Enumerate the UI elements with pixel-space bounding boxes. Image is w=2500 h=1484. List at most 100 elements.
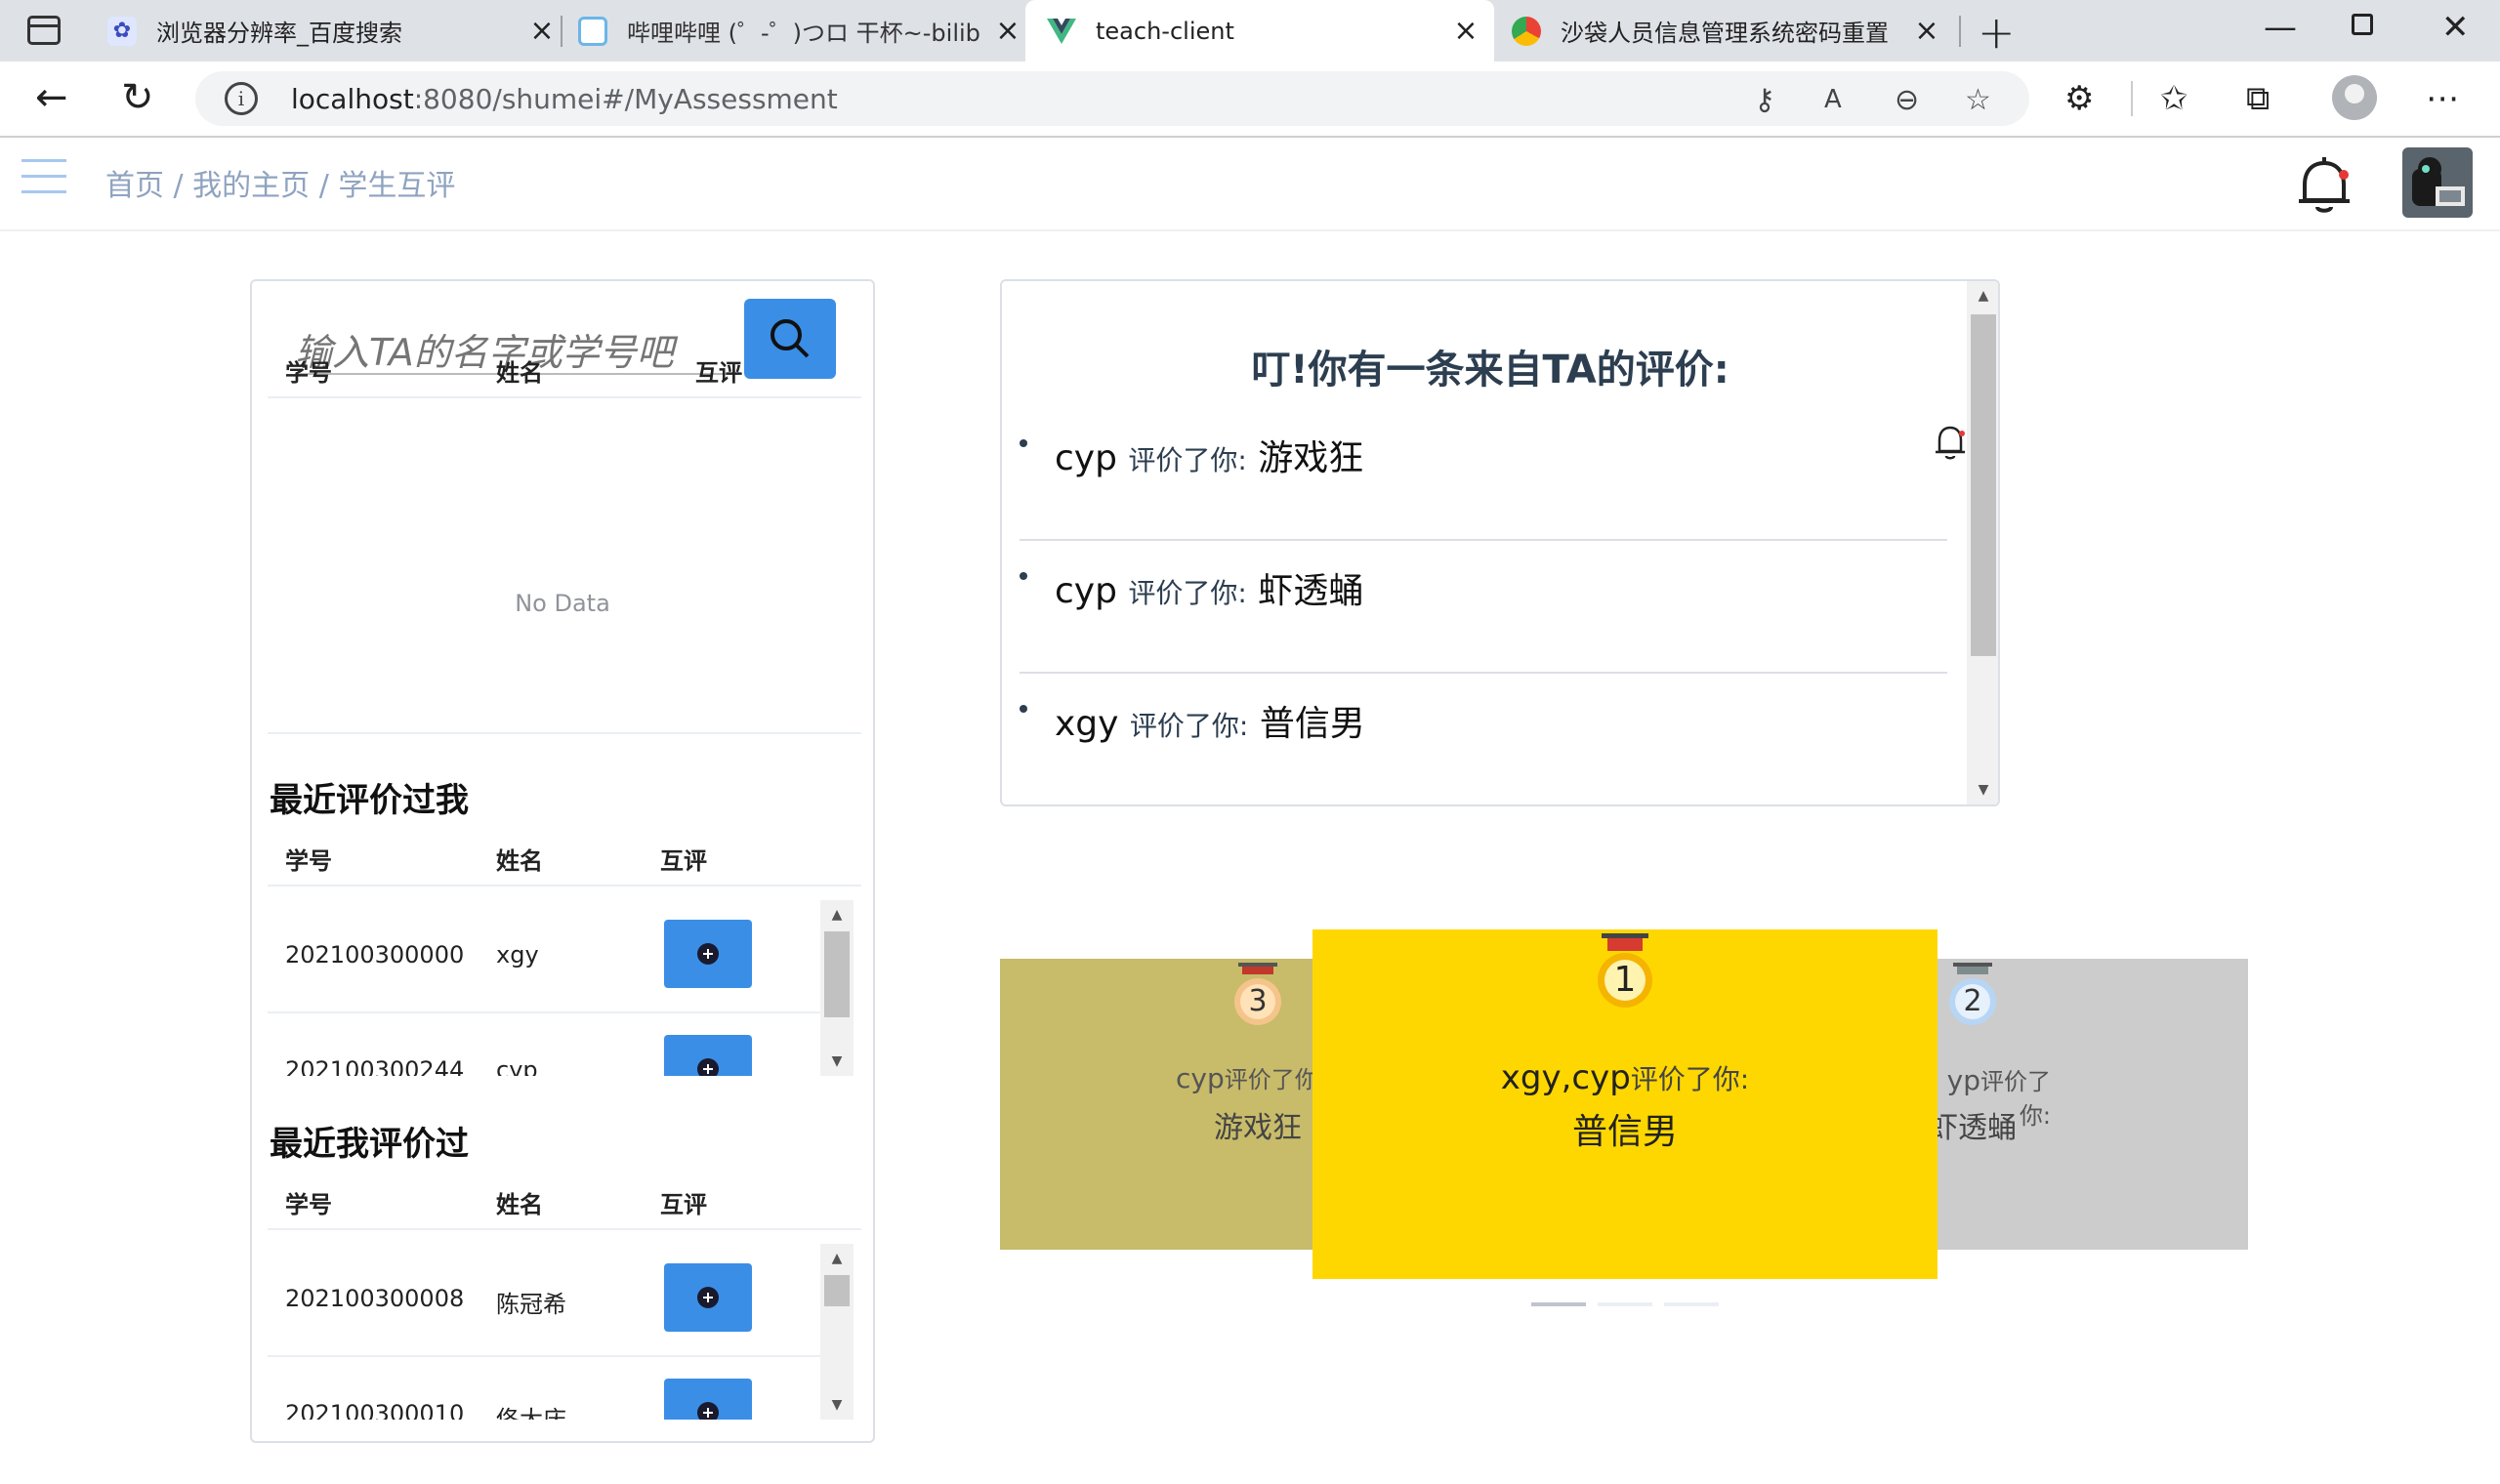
- tab-baidu[interactable]: ✿ 浏览器分辨率_百度搜索 ×: [107, 0, 557, 62]
- favorite-star-icon[interactable]: ☆: [1965, 83, 1991, 117]
- plus-circle-icon: [697, 1058, 719, 1076]
- toolbar-divider: [2131, 81, 2133, 116]
- plus-circle-icon: [697, 1402, 719, 1420]
- evaluated-label: 评价了你:: [1128, 577, 1247, 609]
- tab-bilibili[interactable]: 哔哩哔哩 (゜-゜)つロ 干杯~-bilib ×: [578, 0, 1022, 62]
- read-aloud-icon[interactable]: A: [1824, 85, 1842, 114]
- notification-item[interactable]: cyp 评价了你: 虾透蛹: [1020, 541, 1947, 674]
- notification-item[interactable]: xgy 评价了你: 普信男: [1020, 674, 1947, 804]
- user-avatar[interactable]: [2402, 147, 2473, 218]
- chrome-style-icon: [1512, 16, 1541, 46]
- site-info-icon[interactable]: i: [225, 82, 258, 115]
- student-id: 202100300008: [285, 1285, 465, 1312]
- extensions-icon[interactable]: ⚙: [2064, 79, 2094, 118]
- tab-teach-client[interactable]: teach-client ×: [1025, 0, 1494, 62]
- bullet: [1020, 439, 1027, 447]
- new-tab-button[interactable]: +: [1978, 6, 2016, 59]
- restore-icon[interactable]: [2352, 14, 2373, 35]
- evaluation-text: 游戏狂: [1258, 438, 1364, 478]
- notification-item[interactable]: cyp 评价了你: 游戏狂: [1020, 408, 1965, 541]
- tab-actions-icon[interactable]: [27, 16, 61, 45]
- carousel-card-first[interactable]: 1 xgy,cyp评价了你: 普信男: [1312, 929, 1938, 1279]
- menu-toggle-icon[interactable]: [21, 159, 66, 198]
- zoom-out-icon[interactable]: ⊖: [1895, 83, 1919, 117]
- student-id: 202100300010: [285, 1400, 465, 1420]
- column-header: 互评: [660, 1191, 707, 1218]
- breadcrumb[interactable]: 首页 / 我的主页 / 学生互评: [105, 161, 455, 204]
- address-bar[interactable]: i localhost:8080/shumei#/MyAssessment ⚷ …: [195, 71, 2029, 126]
- carousel-indicator[interactable]: [1664, 1302, 1719, 1306]
- carousel-indicator-active[interactable]: [1531, 1302, 1586, 1306]
- key-icon[interactable]: ⚷: [1754, 83, 1775, 117]
- recent-evaluated-me-header: 学号 姓名 互评: [268, 828, 861, 886]
- profile-avatar-icon[interactable]: [2332, 75, 2377, 120]
- window-close-icon[interactable]: ✕: [2441, 8, 2470, 47]
- column-header: 互评: [660, 847, 707, 875]
- section-title: 最近我评价过: [270, 1125, 469, 1164]
- scroll-thumb[interactable]: [824, 1275, 850, 1306]
- refresh-icon[interactable]: ↻: [121, 75, 154, 120]
- close-icon[interactable]: ×: [527, 14, 557, 48]
- scroll-up-arrow-icon[interactable]: ▲: [820, 900, 854, 929]
- scroll-thumb[interactable]: [1971, 314, 1996, 656]
- recent-i-evaluated-table[interactable]: 202100300008 陈冠希 202100300010 佟大庆 ▲ ▼: [268, 1244, 854, 1420]
- notification-title: 叮!你有一条来自TA的评价:: [1251, 348, 1729, 392]
- evaluator-name: xgy: [1055, 704, 1119, 744]
- scroll-down-arrow-icon[interactable]: ▼: [1967, 775, 1998, 804]
- scroll-thumb[interactable]: [824, 931, 850, 1017]
- evaluation-text: 普信男: [1259, 704, 1365, 744]
- evaluator-name: cyp: [1055, 571, 1117, 611]
- notification-bell-icon[interactable]: [2295, 155, 2354, 216]
- scroll-down-arrow-icon[interactable]: ▼: [820, 1390, 854, 1420]
- bilibili-tv-icon: [578, 16, 607, 46]
- scroll-down-arrow-icon[interactable]: ▼: [820, 1047, 854, 1076]
- student-name: 陈冠希: [496, 1291, 566, 1318]
- tab-title: 沙袋人员信息管理系统密码重置: [1561, 20, 1889, 47]
- tab-title: teach-client: [1096, 17, 1234, 45]
- student-id: 202100300244: [285, 1056, 465, 1076]
- evaluate-button[interactable]: [664, 1379, 752, 1420]
- more-menu-icon[interactable]: ⋯: [2426, 79, 2459, 118]
- column-header: 互评: [695, 359, 742, 387]
- notification-card: 叮!你有一条来自TA的评价: cyp 评价了你: 游戏狂 cyp 评价了你: 虾…: [1000, 279, 2000, 806]
- scroll-up-arrow-icon[interactable]: ▲: [1967, 281, 1998, 310]
- rank-number: 2: [1963, 984, 1982, 1018]
- student-id: 202100300000: [285, 941, 465, 969]
- column-header: 姓名: [496, 847, 543, 875]
- carousel-card-second[interactable]: 2 yp评价了你: 虾透蛹: [1929, 959, 2248, 1250]
- favorites-icon[interactable]: ✩: [2160, 79, 2188, 118]
- table-scrollbar[interactable]: ▲ ▼: [820, 1244, 854, 1420]
- evaluate-button[interactable]: [664, 1263, 752, 1332]
- notification-scrollbar[interactable]: ▲ ▼: [1967, 281, 1998, 804]
- tab-sandbag-system[interactable]: 沙袋人员信息管理系统密码重置 ×: [1512, 0, 1941, 62]
- evaluate-button[interactable]: [664, 920, 752, 988]
- recent-evaluated-me-table[interactable]: 202100300000 xgy 202100300244 cyp ▲ ▼: [268, 900, 854, 1076]
- student-name: cyp: [496, 1056, 538, 1076]
- back-arrow-icon[interactable]: ←: [35, 75, 68, 120]
- rank-number: 1: [1613, 960, 1637, 1000]
- table-row: 202100300010 佟大庆: [268, 1359, 824, 1420]
- plus-circle-icon: [697, 1287, 719, 1308]
- evaluated-label: 评价了你:: [1128, 444, 1247, 476]
- close-icon[interactable]: ×: [1912, 14, 1941, 48]
- carousel-card-third[interactable]: 3 cyp评价了你 游戏狂: [1000, 959, 1328, 1250]
- tab-title: 哔哩哔哩 (゜-゜)つロ 干杯~-bilib: [627, 20, 980, 47]
- url-text[interactable]: localhost:8080/shumei#/MyAssessment: [291, 83, 838, 115]
- evaluation-text: 虾透蛹: [1258, 571, 1364, 611]
- close-icon[interactable]: ×: [993, 14, 1022, 48]
- column-header: 学号: [285, 1191, 332, 1218]
- table-row: 202100300008 陈冠希: [268, 1244, 824, 1357]
- empty-text: No Data: [515, 590, 610, 617]
- bell-icon[interactable]: [1933, 422, 1968, 461]
- scroll-up-arrow-icon[interactable]: ▲: [820, 1244, 854, 1273]
- evaluate-button[interactable]: [664, 1035, 752, 1076]
- close-icon[interactable]: ×: [1451, 14, 1480, 48]
- collections-icon[interactable]: ⧉: [2246, 79, 2270, 118]
- evaluator-names: xgy,cyp评价了你:: [1500, 1058, 1750, 1097]
- column-header: 姓名: [496, 359, 543, 387]
- minimize-icon[interactable]: —: [2264, 8, 2297, 47]
- browser-toolbar: ← ↻ i localhost:8080/shumei#/MyAssessmen…: [0, 62, 2500, 138]
- carousel-indicator[interactable]: [1598, 1302, 1652, 1306]
- section-title: 最近评价过我: [270, 781, 469, 820]
- table-scrollbar[interactable]: ▲ ▼: [820, 900, 854, 1076]
